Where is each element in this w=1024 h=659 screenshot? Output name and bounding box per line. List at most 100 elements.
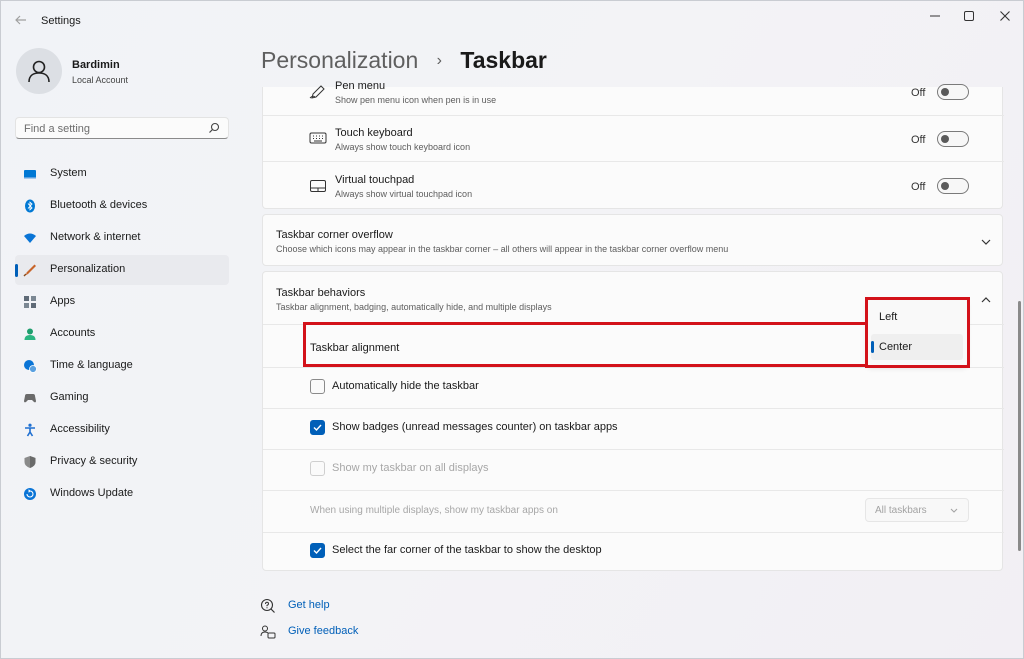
system-icon	[24, 170, 36, 179]
accessibility-icon	[25, 423, 35, 437]
pen-menu-toggle-state: Off	[911, 87, 926, 99]
taskbar-corner-overflow-panel[interactable]: Taskbar corner overflow Choose which ico…	[262, 214, 1003, 266]
all-displays-label: Show my taskbar on all displays	[332, 462, 489, 474]
sidebar-item-apps[interactable]: Apps	[15, 287, 229, 317]
sidebar-item-label: Personalization	[50, 263, 126, 275]
back-button[interactable]	[11, 11, 31, 29]
divider	[263, 115, 1004, 116]
breadcrumb: Personalization › Taskbar	[261, 47, 547, 74]
sidebar-item-label: Privacy & security	[50, 455, 138, 467]
behaviors-subtitle: Taskbar alignment, badging, automaticall…	[276, 302, 552, 312]
user-icon	[28, 60, 50, 83]
far-corner-checkbox[interactable]	[310, 543, 325, 558]
touch-keyboard-toggle-state: Off	[911, 134, 926, 146]
sidebar-item-personalization[interactable]: Personalization	[15, 255, 229, 285]
sidebar-item-label: Apps	[50, 295, 76, 307]
divider	[263, 161, 1004, 162]
feedback-icon	[260, 625, 276, 639]
profile-name: Bardimin	[72, 59, 120, 71]
sidebar-nav: System Bluetooth & devices Network & int…	[15, 159, 229, 511]
far-corner-label: Select the far corner of the taskbar to …	[332, 544, 602, 556]
sidebar-item-label: Time & language	[50, 359, 133, 371]
corner-overflow-title: Taskbar corner overflow	[276, 229, 393, 241]
minimize-button[interactable]	[917, 5, 953, 27]
breadcrumb-separator: ›	[436, 52, 442, 69]
apps-icon	[24, 296, 36, 308]
virtual-touchpad-toggle[interactable]	[937, 178, 969, 194]
highlight-alignment-dropdown	[865, 297, 970, 368]
pen-icon	[309, 85, 325, 99]
checkmark-icon	[313, 547, 322, 555]
behaviors-title: Taskbar behaviors	[276, 287, 366, 299]
corner-overflow-subtitle: Choose which icons may appear in the tas…	[276, 244, 729, 254]
maximize-icon	[964, 11, 974, 21]
wifi-icon	[24, 233, 36, 243]
sidebar-item-label: System	[50, 167, 87, 179]
accounts-icon	[24, 328, 36, 340]
app-title: Settings	[41, 15, 81, 27]
sidebar-item-label: Accessibility	[50, 423, 110, 435]
chevron-down-icon[interactable]	[980, 237, 992, 247]
maximize-button[interactable]	[951, 5, 987, 27]
touch-keyboard-subtitle: Always show touch keyboard icon	[335, 142, 471, 152]
update-icon	[24, 488, 36, 500]
show-badges-checkbox[interactable]	[310, 420, 325, 435]
chevron-down-icon	[950, 508, 958, 513]
taskbar-corner-icons-panel: Pen menu Show pen menu icon when pen is …	[262, 80, 1004, 209]
sidebar-item-bluetooth[interactable]: Bluetooth & devices	[15, 191, 229, 221]
chevron-up-icon[interactable]	[980, 295, 992, 305]
get-help-link[interactable]: Get help	[288, 599, 330, 611]
sidebar-item-system[interactable]: System	[15, 159, 229, 189]
multi-display-select-value: All taskbars	[875, 505, 927, 516]
pen-menu-subtitle: Show pen menu icon when pen is in use	[335, 95, 497, 105]
back-arrow-icon	[15, 15, 26, 25]
brush-icon	[23, 264, 36, 277]
all-displays-checkbox[interactable]	[310, 461, 325, 476]
multi-display-label: When using multiple displays, show my ta…	[310, 505, 558, 516]
divider	[263, 532, 1004, 533]
header-mask	[262, 77, 1003, 87]
avatar[interactable]	[16, 48, 62, 94]
help-icon	[260, 598, 275, 613]
gamepad-icon	[24, 394, 36, 403]
bluetooth-icon	[25, 199, 35, 213]
virtual-touchpad-toggle-state: Off	[911, 181, 926, 193]
sidebar-item-accessibility[interactable]: Accessibility	[15, 415, 229, 445]
close-button[interactable]	[987, 5, 1023, 27]
sidebar-item-windows-update[interactable]: Windows Update	[15, 479, 229, 509]
sidebar-item-gaming[interactable]: Gaming	[15, 383, 229, 413]
sidebar-item-privacy-security[interactable]: Privacy & security	[15, 447, 229, 477]
sidebar-item-accounts[interactable]: Accounts	[15, 319, 229, 349]
divider	[263, 490, 1004, 491]
sidebar-item-label: Gaming	[50, 391, 89, 403]
keyboard-icon	[309, 132, 327, 144]
globe-clock-icon	[24, 360, 37, 373]
virtual-touchpad-title: Virtual touchpad	[335, 174, 415, 186]
sidebar-item-label: Bluetooth & devices	[50, 199, 148, 211]
search-placeholder: Find a setting	[24, 123, 91, 135]
give-feedback-link[interactable]: Give feedback	[288, 625, 358, 637]
sidebar-item-label: Accounts	[50, 327, 96, 339]
divider	[263, 449, 1004, 450]
multi-display-select[interactable]: All taskbars	[865, 498, 969, 522]
settings-window: Settings Bardimin Local Account Find a s…	[0, 0, 1024, 659]
profile-account-type: Local Account	[72, 75, 129, 85]
sidebar-item-label: Windows Update	[50, 487, 134, 499]
shield-icon	[24, 456, 36, 468]
breadcrumb-parent[interactable]: Personalization	[261, 47, 418, 73]
sidebar-item-label: Network & internet	[50, 231, 141, 243]
auto-hide-checkbox[interactable]	[310, 379, 325, 394]
page-title: Taskbar	[460, 47, 547, 73]
scrollbar[interactable]	[1018, 301, 1021, 551]
auto-hide-label: Automatically hide the taskbar	[332, 380, 479, 392]
search-icon	[209, 122, 220, 133]
touch-keyboard-toggle[interactable]	[937, 131, 969, 147]
search-input[interactable]: Find a setting	[15, 117, 229, 139]
sidebar-item-network[interactable]: Network & internet	[15, 223, 229, 253]
touch-keyboard-title: Touch keyboard	[335, 127, 413, 139]
touchpad-icon	[310, 180, 326, 192]
checkmark-icon	[313, 424, 322, 432]
close-icon	[1000, 11, 1010, 21]
sidebar-item-time-language[interactable]: Time & language	[15, 351, 229, 381]
title-bar: Settings	[1, 1, 1023, 37]
